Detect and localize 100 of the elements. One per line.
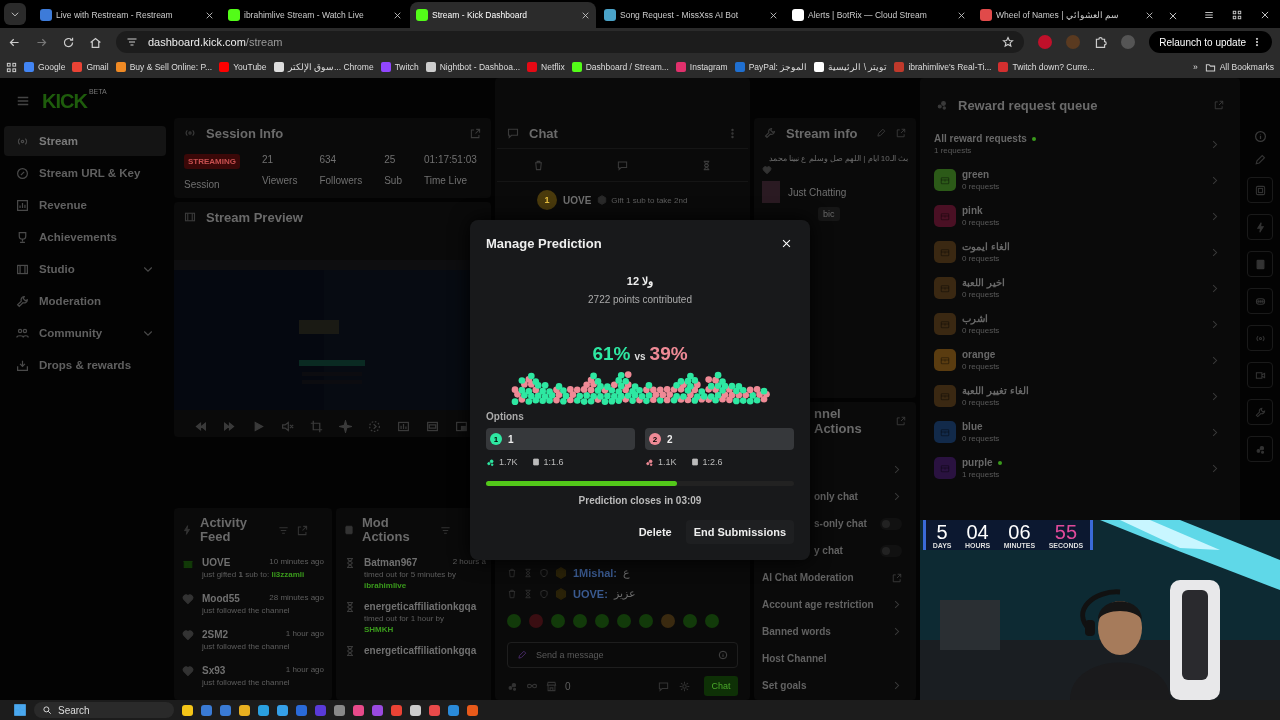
- emote-icon[interactable]: [595, 614, 609, 628]
- channel-action[interactable]: Set goals: [754, 672, 916, 699]
- close-icon[interactable]: [1260, 10, 1270, 20]
- username[interactable]: Mood55: [202, 592, 240, 604]
- chart-icon[interactable]: [397, 420, 410, 433]
- bookmark[interactable]: Twitch down? Curre...: [998, 62, 1095, 72]
- app-icon[interactable]: [410, 704, 421, 716]
- sidebar-item[interactable]: Community: [4, 318, 166, 348]
- settings-icon[interactable]: [679, 680, 690, 692]
- chat-username[interactable]: UOVE:: [573, 587, 608, 600]
- browser-tab[interactable]: Alerts | BotRix — Cloud Stream: [786, 2, 972, 28]
- chat-icon[interactable]: [658, 680, 669, 692]
- emote-icon[interactable]: [705, 614, 719, 628]
- crop-icon[interactable]: [310, 420, 323, 433]
- trash-icon[interactable]: [507, 588, 517, 599]
- app-icon[interactable]: [258, 704, 269, 716]
- emote-icon[interactable]: [507, 614, 521, 628]
- bookmark[interactable]: سوق الإلكتر... Chrome: [273, 62, 374, 72]
- sparkle-icon[interactable]: [339, 420, 352, 433]
- bookmark[interactable]: Gmail: [72, 62, 109, 72]
- emote-icon[interactable]: [661, 614, 675, 628]
- emote-icon[interactable]: [573, 614, 587, 628]
- kick-logo[interactable]: KICK: [42, 89, 87, 113]
- browser-tab[interactable]: Wheel of Names | سم العشوائي: [974, 2, 1160, 28]
- channel-action[interactable]: only chat: [754, 483, 916, 510]
- browser-tab[interactable]: Stream - Kick Dashboard: [410, 2, 596, 28]
- reward-row[interactable]: All reward requests 1 requests: [926, 126, 1234, 162]
- edit-icon[interactable]: [1254, 154, 1266, 166]
- relaunch-button[interactable]: Relaunch to update: [1149, 31, 1272, 53]
- bookmark[interactable]: Nightbot - Dashboa...: [425, 62, 521, 72]
- shield-icon[interactable]: [539, 588, 549, 599]
- trash-icon[interactable]: [533, 159, 545, 171]
- sidebar-item[interactable]: Drops & rewards: [4, 350, 166, 380]
- app-icon[interactable]: [353, 704, 364, 716]
- all-bookmarks[interactable]: All Bookmarks: [1204, 61, 1274, 73]
- bookmark[interactable]: Google: [24, 62, 66, 72]
- bookmark[interactable]: PayPal: الموجز: [734, 62, 808, 72]
- app-icon[interactable]: [277, 704, 288, 716]
- emote-icon[interactable]: [617, 614, 631, 628]
- bookmark[interactable]: ibrahimlive's Real-Ti...: [894, 62, 992, 72]
- sidebar-item[interactable]: Studio: [4, 254, 166, 284]
- toggle-switch[interactable]: [880, 544, 902, 557]
- pip-icon[interactable]: [455, 420, 468, 433]
- edit-icon[interactable]: [876, 128, 886, 138]
- reward-row[interactable]: purple 1 requests: [926, 450, 1234, 486]
- points-button[interactable]: [1247, 436, 1273, 462]
- sidebar-item[interactable]: Achievements: [4, 222, 166, 252]
- menu-icon[interactable]: [16, 94, 30, 108]
- clip-icon[interactable]: [368, 420, 381, 433]
- channel-action[interactable]: AI Chat Moderation: [754, 564, 916, 591]
- toggle-switch[interactable]: [880, 517, 902, 530]
- app-icon[interactable]: [448, 704, 459, 716]
- filter-icon[interactable]: [440, 524, 451, 536]
- extension-icon[interactable]: [1038, 35, 1053, 49]
- sidebar-item[interactable]: Revenue: [4, 190, 166, 220]
- close-icon[interactable]: [1145, 10, 1154, 20]
- bookmark[interactable]: Twitch: [380, 62, 419, 72]
- address-bar[interactable]: dashboard.kick.com/stream: [116, 31, 1025, 53]
- search-field[interactable]: Search: [34, 702, 174, 718]
- moderator-name[interactable]: SHMKH: [364, 624, 486, 634]
- bookmark[interactable]: Dashboard / Stream...: [571, 62, 669, 72]
- popout-icon[interactable]: [896, 128, 906, 138]
- store-icon[interactable]: [546, 680, 557, 692]
- close-icon[interactable]: [769, 10, 778, 20]
- bookmark[interactable]: Instagram: [675, 62, 728, 72]
- sidebar-item[interactable]: Stream: [4, 126, 166, 156]
- chat-icon[interactable]: [617, 159, 628, 171]
- popout-icon[interactable]: [1214, 100, 1224, 110]
- close-icon[interactable]: [957, 10, 966, 20]
- reward-row[interactable]: blue 0 requests: [926, 414, 1234, 450]
- username[interactable]: energeticaffiliationkgqa: [364, 644, 477, 656]
- camera-button[interactable]: [1247, 362, 1273, 388]
- app-icon[interactable]: [467, 704, 478, 716]
- bookmark[interactable]: Buy & Sell Online: P...: [115, 62, 213, 72]
- popout-icon[interactable]: [297, 524, 308, 536]
- delete-button[interactable]: Delete: [630, 520, 680, 544]
- close-icon[interactable]: [393, 10, 402, 20]
- broadcast-button[interactable]: [1247, 325, 1273, 351]
- avatar-icon[interactable]: [1121, 35, 1136, 49]
- sidebar-item[interactable]: Moderation: [4, 286, 166, 316]
- channel-action[interactable]: Account age restriction: [754, 591, 916, 618]
- bookmark[interactable]: Netflix: [527, 62, 565, 72]
- username[interactable]: UOVE: [563, 194, 592, 206]
- browser-tab[interactable]: Live with Restream - Restream: [34, 2, 220, 28]
- bookmark[interactable]: تويتر \ الرئيسية: [814, 62, 888, 72]
- chat-button[interactable]: [1247, 288, 1273, 314]
- chat-send-button[interactable]: Chat: [704, 676, 738, 696]
- hourglass-icon[interactable]: [523, 567, 533, 578]
- extension-icon[interactable]: [1066, 35, 1081, 49]
- browser-tab[interactable]: ibrahimlive Stream - Watch Live: [222, 2, 408, 28]
- hourglass-icon[interactable]: [523, 588, 533, 599]
- more-bookmarks[interactable]: »: [1192, 62, 1198, 72]
- username[interactable]: Batman967: [364, 556, 418, 568]
- reward-row[interactable]: pink 0 requests: [926, 198, 1234, 234]
- target-button[interactable]: [1247, 177, 1273, 203]
- channel-action[interactable]: Banned words: [754, 618, 916, 645]
- info-icon[interactable]: [1253, 130, 1267, 143]
- shield-icon[interactable]: [539, 567, 549, 578]
- app-icon[interactable]: [429, 704, 440, 716]
- play-icon[interactable]: [252, 420, 265, 433]
